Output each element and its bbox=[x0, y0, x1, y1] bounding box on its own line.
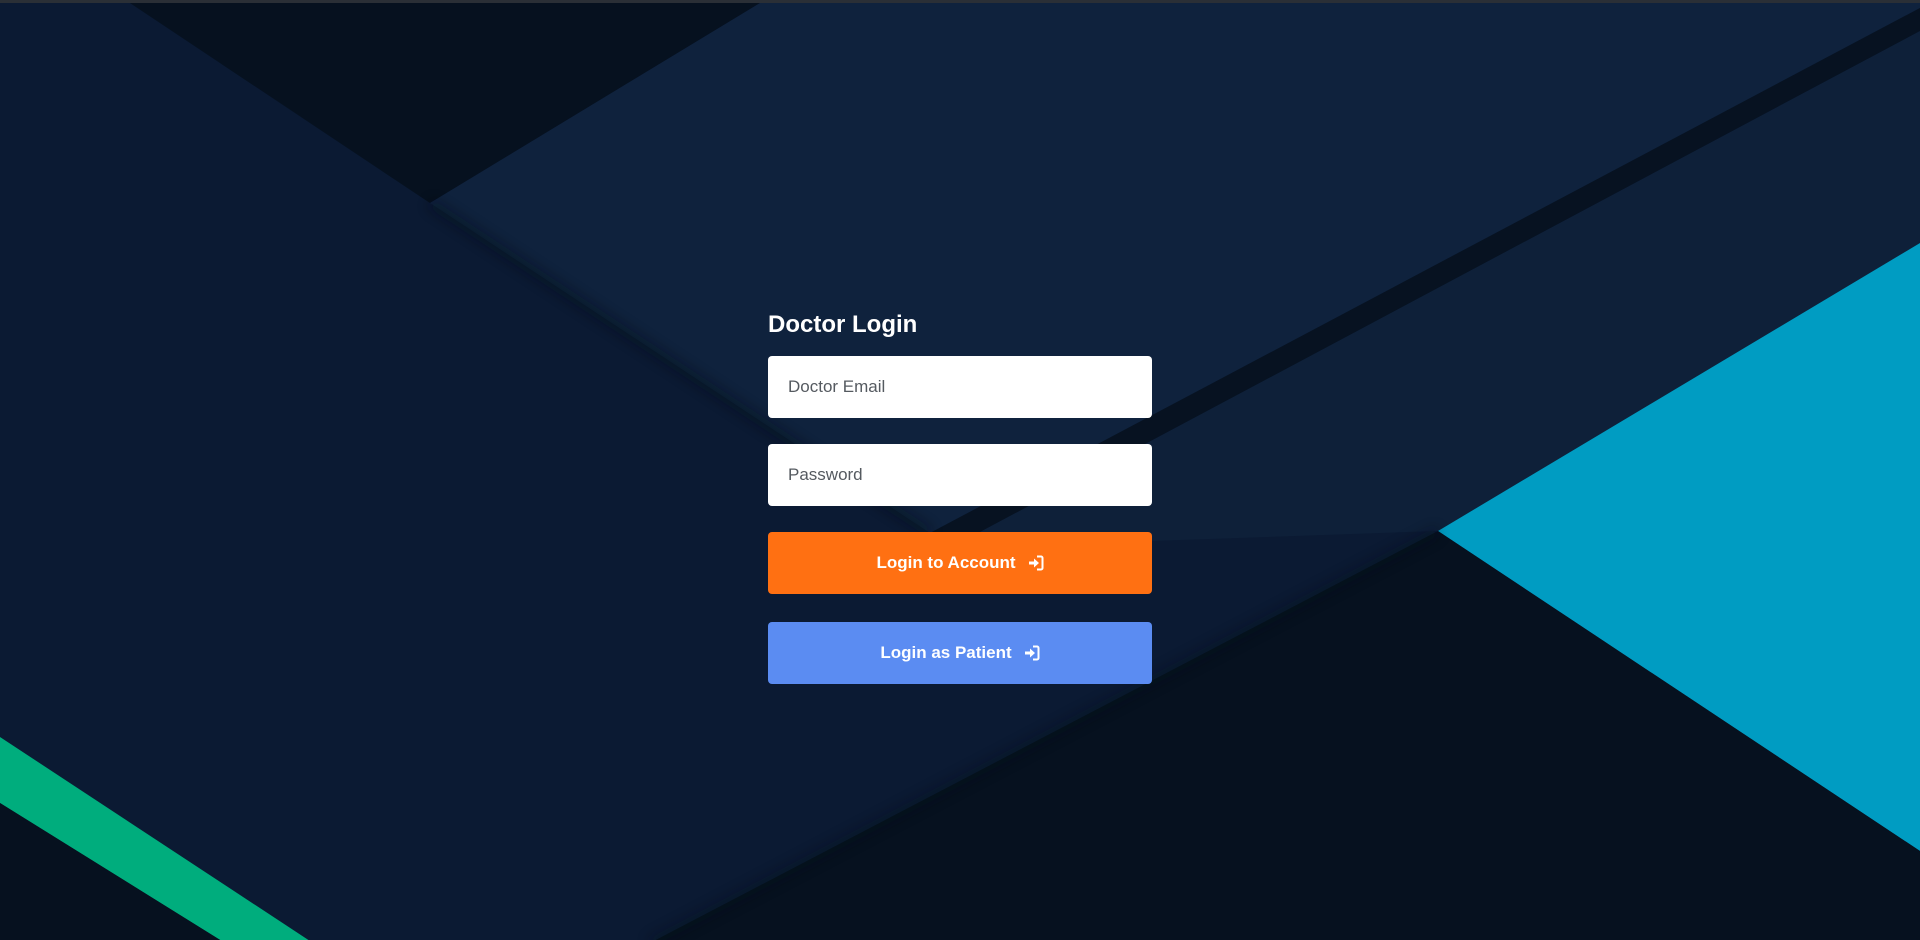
login-as-patient-button[interactable]: Login as Patient bbox=[768, 622, 1152, 684]
password-field[interactable] bbox=[768, 444, 1152, 506]
login-panel: Doctor Login Login to Account Login as P… bbox=[768, 310, 1152, 684]
login-to-account-label: Login to Account bbox=[876, 553, 1016, 572]
login-as-patient-label: Login as Patient bbox=[880, 643, 1012, 662]
doctor-email-field[interactable] bbox=[768, 356, 1152, 418]
sign-in-icon bbox=[1024, 645, 1040, 661]
sign-in-icon bbox=[1028, 555, 1044, 571]
page-title: Doctor Login bbox=[768, 311, 918, 338]
login-page: Doctor Login Login to Account Login as P… bbox=[0, 0, 1920, 940]
login-to-account-button[interactable]: Login to Account bbox=[768, 532, 1152, 594]
